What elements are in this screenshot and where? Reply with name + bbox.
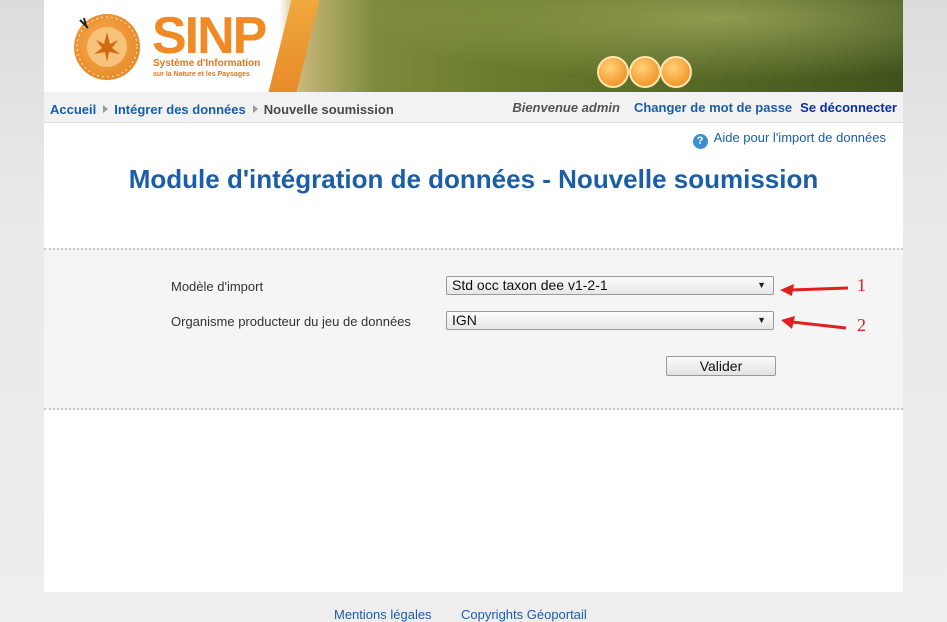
breadcrumb-home-link[interactable]: Accueil	[50, 102, 96, 117]
logo-subtitle: Système d'Information	[153, 58, 261, 69]
help-circle-icon: ?	[692, 134, 708, 149]
submission-form: Modèle d'import Std occ taxon dee v1-2-1…	[44, 248, 903, 410]
mountain-badge-icon	[629, 56, 661, 88]
annotation-arrows	[780, 284, 849, 330]
breadcrumb-separator-icon	[103, 105, 109, 113]
dropdown-arrow-icon: ▼	[757, 280, 766, 290]
annotation-number-1: 1	[857, 275, 866, 295]
arrow-head-icon	[781, 316, 795, 329]
legal-notice-link[interactable]: Mentions légales	[334, 607, 432, 622]
producer-value: IGN	[452, 312, 477, 328]
welcome-text: Bienvenue admin	[512, 100, 620, 115]
annotation-arrow-2	[791, 320, 847, 330]
arrow-head-icon	[780, 284, 794, 296]
copyright-link[interactable]: Copyrights Géoportail	[461, 607, 587, 622]
annotation-number-2: 2	[857, 315, 866, 335]
page-container: SINP Système d'Information sur la Nature…	[44, 0, 903, 592]
page-title: Module d'intégration de données - Nouvel…	[128, 164, 819, 194]
producer-select[interactable]: IGN ▼	[446, 311, 774, 330]
submit-button[interactable]: Valider	[666, 356, 776, 376]
header-banner: SINP Système d'Information sur la Nature…	[44, 0, 903, 92]
logout-link[interactable]: Se déconnecter	[800, 100, 897, 115]
import-model-value: Std occ taxon dee v1-2-1	[452, 277, 608, 293]
producer-label: Organisme producteur du jeu de données	[171, 314, 411, 329]
dropdown-arrow-icon: ▼	[757, 315, 766, 325]
animal-badge-icon	[660, 56, 692, 88]
logo-seal-icon	[74, 14, 140, 80]
change-password-link[interactable]: Changer de mot de passe	[634, 100, 792, 115]
import-model-select[interactable]: Std occ taxon dee v1-2-1 ▼	[446, 276, 774, 295]
logo-tagline: sur la Nature et les Paysages	[153, 71, 250, 78]
annotation-arrow-1	[789, 286, 849, 292]
import-help-link[interactable]: ? Aide pour l'import de données	[692, 130, 886, 149]
landscape-badge-icon	[597, 56, 629, 88]
logo-text: SINP	[152, 7, 267, 65]
breadcrumb-integrate-link[interactable]: Intégrer des données	[114, 102, 245, 117]
user-menu: Bienvenue admin Changer de mot de passe Se…	[512, 100, 897, 115]
help-link-label: Aide pour l'import de données	[713, 130, 886, 145]
breadcrumb-current: Nouvelle soumission	[263, 102, 394, 117]
navigation-bar: Accueil Intégrer des données Nouvelle soum…	[44, 92, 903, 123]
breadcrumb-separator-icon	[252, 105, 258, 113]
breadcrumb: Accueil Intégrer des données Nouvelle soum…	[50, 102, 394, 117]
import-model-label: Modèle d'import	[171, 279, 264, 294]
